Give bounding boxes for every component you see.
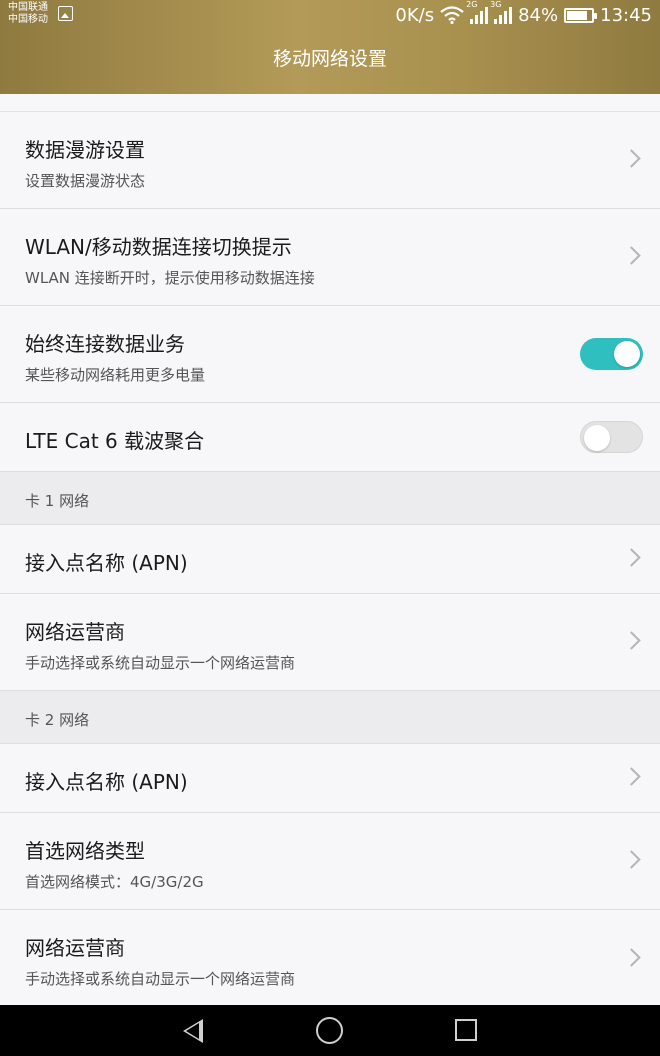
item-title: 首选网络类型 — [25, 839, 145, 863]
item-title: 数据漫游设置 — [25, 138, 145, 162]
sim2-section-header: 卡 2 网络 — [0, 691, 660, 744]
image-notification-icon — [58, 6, 73, 21]
system-nav-bar — [0, 1005, 660, 1056]
item-title: 接入点名称 (APN) — [25, 770, 188, 794]
network-speed: 0K/s — [395, 4, 435, 26]
list-top-spacer — [0, 94, 660, 112]
status-right: 0K/s 2G 3G 84% 13:45 — [395, 0, 652, 27]
sim2-network-type: 3G — [490, 0, 502, 9]
sim1-section-header: 卡 1 网络 — [0, 472, 660, 525]
section-title: 卡 2 网络 — [25, 711, 90, 729]
toggle-knob — [584, 425, 610, 451]
item-subtitle: 首选网络模式：4G/3G/2G — [25, 873, 204, 891]
item-subtitle: 手动选择或系统自动显示一个网络运营商 — [25, 970, 296, 988]
carrier-labels: 中国联通 中国移动 — [8, 2, 58, 26]
carrier-2: 中国移动 — [8, 14, 48, 25]
section-title: 卡 1 网络 — [25, 492, 90, 510]
item-title: LTE Cat 6 载波聚合 — [25, 429, 205, 453]
item-title: WLAN/移动数据连接切换提示 — [25, 235, 292, 259]
chevron-right-icon — [622, 246, 641, 265]
item-title: 网络运营商 — [25, 620, 125, 644]
battery-icon — [564, 7, 598, 23]
sim1-apn-item[interactable]: 接入点名称 (APN) — [0, 525, 660, 594]
settings-list: 数据漫游设置 设置数据漫游状态 WLAN/移动数据连接切换提示 WLAN 连接断… — [0, 94, 660, 1007]
chevron-right-icon — [622, 149, 641, 168]
always-on-data-item[interactable]: 始终连接数据业务 某些移动网络耗用更多电量 — [0, 306, 660, 403]
chevron-right-icon — [622, 850, 641, 869]
item-title: 接入点名称 (APN) — [25, 551, 188, 575]
chevron-right-icon — [622, 767, 641, 786]
recent-apps-icon[interactable] — [455, 1019, 477, 1041]
chevron-right-icon — [622, 631, 641, 650]
wlan-mobile-switch-prompt-item[interactable]: WLAN/移动数据连接切换提示 WLAN 连接断开时，提示使用移动数据连接 — [0, 209, 660, 306]
sim2-preferred-network-type-item[interactable]: 首选网络类型 首选网络模式：4G/3G/2G — [0, 813, 660, 910]
item-title: 始终连接数据业务 — [25, 332, 185, 356]
item-subtitle: WLAN 连接断开时，提示使用移动数据连接 — [25, 269, 315, 287]
battery-percent: 84% — [518, 4, 559, 26]
signal-sim2-icon: 3G — [490, 0, 513, 24]
lte-carrier-aggregation-toggle[interactable] — [580, 421, 643, 453]
sim1-network-type: 2G — [466, 0, 478, 9]
item-subtitle: 手动选择或系统自动显示一个网络运营商 — [25, 654, 296, 672]
wifi-icon — [440, 6, 464, 24]
always-on-data-toggle[interactable] — [580, 338, 643, 370]
app-header: 中国联通 中国移动 0K/s 2G 3G 84% 13:45 移动网络设置 — [0, 0, 660, 94]
item-subtitle: 设置数据漫游状态 — [25, 172, 146, 190]
lte-carrier-aggregation-item[interactable]: LTE Cat 6 载波聚合 — [0, 403, 660, 472]
signal-sim1-icon: 2G — [466, 0, 489, 24]
item-subtitle: 某些移动网络耗用更多电量 — [25, 366, 206, 384]
clock: 13:45 — [600, 4, 652, 26]
back-icon[interactable] — [183, 1019, 203, 1043]
home-icon[interactable] — [316, 1017, 343, 1044]
status-bar: 中国联通 中国移动 0K/s 2G 3G 84% 13:45 — [0, 0, 660, 30]
sim2-network-operator-item[interactable]: 网络运营商 手动选择或系统自动显示一个网络运营商 — [0, 910, 660, 1007]
data-roaming-settings-item[interactable]: 数据漫游设置 设置数据漫游状态 — [0, 112, 660, 209]
carrier-1: 中国联通 — [8, 2, 48, 13]
sim1-network-operator-item[interactable]: 网络运营商 手动选择或系统自动显示一个网络运营商 — [0, 594, 660, 691]
toggle-knob — [614, 341, 640, 367]
item-title: 网络运营商 — [25, 936, 125, 960]
chevron-right-icon — [622, 947, 641, 967]
chevron-right-icon — [622, 548, 641, 567]
sim2-apn-item[interactable]: 接入点名称 (APN) — [0, 744, 660, 813]
page-title: 移动网络设置 — [272, 48, 387, 70]
